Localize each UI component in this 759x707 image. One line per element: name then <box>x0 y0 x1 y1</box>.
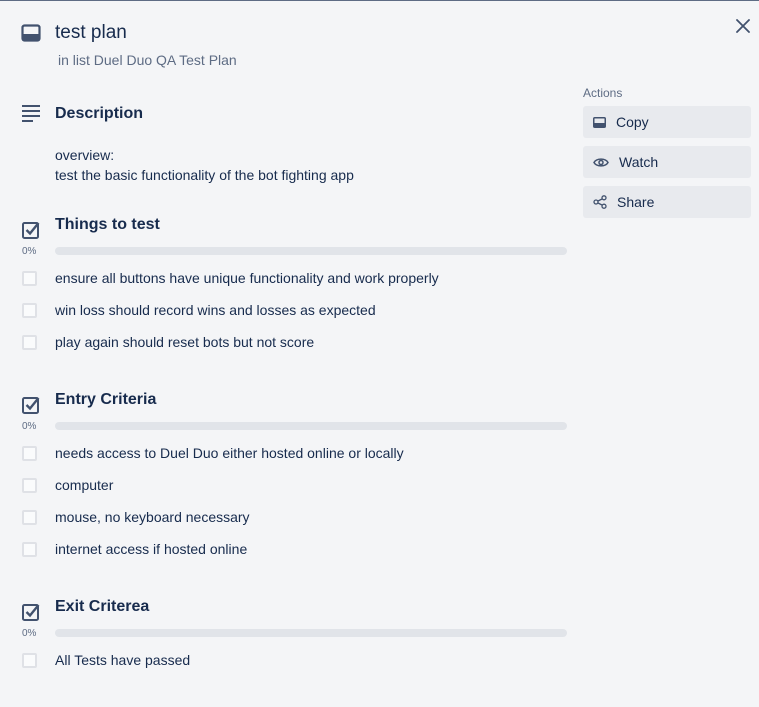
checklist-item[interactable]: ensure all buttons have unique functiona… <box>22 268 439 288</box>
checklist-progress-bar <box>55 247 567 255</box>
description-line: overview: <box>55 147 115 163</box>
checkbox[interactable] <box>22 334 37 350</box>
checklist-item[interactable]: needs access to Duel Duo either hosted o… <box>22 443 404 463</box>
window-top-border <box>0 0 759 1</box>
checklist-item[interactable]: mouse, no keyboard necessary <box>22 507 250 527</box>
checklist-item[interactable]: All Tests have passed <box>22 650 190 670</box>
checklist-item-text[interactable]: needs access to Duel Duo either hosted o… <box>55 445 404 461</box>
description-line: test the basic functionality of the bot … <box>55 167 354 183</box>
description-heading: Description <box>55 105 144 122</box>
checklist-item[interactable]: win loss should record wins and losses a… <box>22 300 376 320</box>
checklist-title[interactable]: Entry Criteria <box>55 391 156 409</box>
checklist-item-text[interactable]: internet access if hosted online <box>55 541 247 557</box>
description-text[interactable]: overview: test the basic functionality o… <box>55 145 354 185</box>
card-icon <box>21 24 41 42</box>
checklist-progress-percent: 0% <box>22 628 37 639</box>
checkbox[interactable] <box>22 270 37 286</box>
checkbox[interactable] <box>22 509 37 525</box>
checklist-item-text[interactable]: mouse, no keyboard necessary <box>55 509 250 525</box>
description-icon <box>21 104 41 124</box>
checklist-item[interactable]: internet access if hosted online <box>22 539 247 559</box>
checkbox[interactable] <box>22 477 37 493</box>
checklist-progress-bar <box>55 629 567 637</box>
share-button[interactable]: Share <box>583 186 751 218</box>
close-icon <box>736 19 750 33</box>
checklist-icon <box>21 395 41 415</box>
checklist-item[interactable]: computer <box>22 475 113 495</box>
watch-button-label: Watch <box>619 154 659 170</box>
share-icon <box>593 195 607 209</box>
checklist-title[interactable]: Things to test <box>55 216 160 234</box>
checklist-progress-percent: 0% <box>22 246 37 257</box>
card-icon <box>593 116 606 128</box>
checklist-title[interactable]: Exit Criterea <box>55 598 149 616</box>
checklist-item-text[interactable]: win loss should record wins and losses a… <box>55 302 376 318</box>
close-button[interactable] <box>731 14 755 38</box>
checklist-icon <box>21 602 41 622</box>
watch-button[interactable]: Watch <box>583 146 751 178</box>
checklist-item-text[interactable]: All Tests have passed <box>55 652 190 668</box>
checklist-item-text[interactable]: computer <box>55 477 113 493</box>
checkbox[interactable] <box>22 652 37 668</box>
checkbox[interactable] <box>22 302 37 318</box>
eye-icon <box>593 157 609 167</box>
list-reference: in list Duel Duo QA Test Plan <box>58 52 237 68</box>
checklist-item[interactable]: play again should reset bots but not sco… <box>22 332 314 352</box>
checkbox[interactable] <box>22 541 37 557</box>
checklist-icon <box>21 220 41 240</box>
checkbox[interactable] <box>22 445 37 461</box>
checklist-progress-percent: 0% <box>22 421 37 432</box>
checklist-item-text[interactable]: play again should reset bots but not sco… <box>55 334 314 350</box>
copy-button[interactable]: Copy <box>583 106 751 138</box>
share-button-label: Share <box>617 194 655 210</box>
checklist-progress-bar <box>55 422 567 430</box>
card-title[interactable]: test plan <box>55 22 127 44</box>
copy-button-label: Copy <box>616 114 649 130</box>
checklist-item-text[interactable]: ensure all buttons have unique functiona… <box>55 270 439 286</box>
actions-heading: Actions <box>583 86 623 100</box>
